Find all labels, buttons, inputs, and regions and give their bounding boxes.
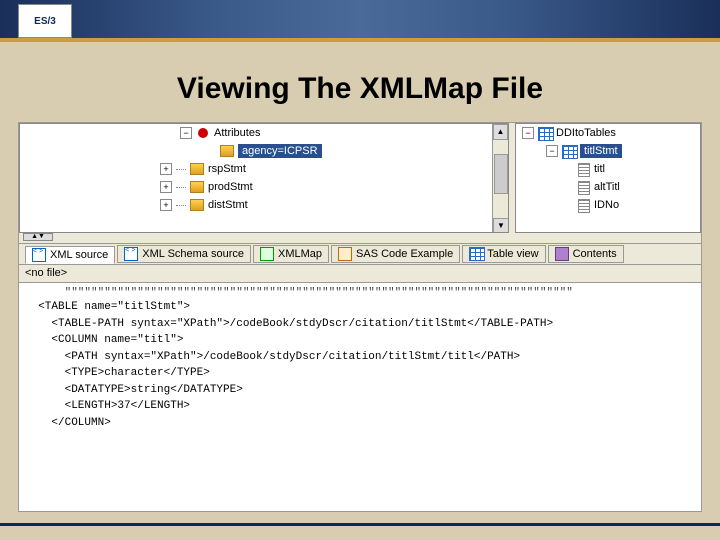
tree-label: rspStmt: [208, 163, 246, 175]
code-line: <TABLE-PATH syntax="XPath">/codeBook/std…: [25, 316, 695, 333]
logo: ES/3: [18, 4, 72, 38]
column-icon: [578, 163, 590, 175]
code-line: <LENGTH>37</LENGTH>: [25, 398, 695, 415]
page-title: Viewing The XMLMap File: [0, 72, 720, 106]
splitter-handle-icon[interactable]: ▲▼: [23, 233, 53, 241]
collapse-icon[interactable]: −: [522, 127, 534, 139]
element-icon: [190, 181, 204, 193]
xml-icon: [32, 248, 46, 262]
code-line: <COLUMN name="titl">: [25, 332, 695, 349]
column-icon: [578, 181, 590, 193]
dataset-icon: [538, 127, 552, 139]
code-line: <TYPE>character</TYPE>: [25, 365, 695, 382]
scroll-thumb[interactable]: [494, 154, 508, 194]
column-label: altTitl: [594, 181, 620, 193]
code-line: </COLUMN>: [25, 415, 695, 432]
tab-contents[interactable]: Contents: [548, 245, 624, 263]
code-truncation-top: """"""""""""""""""""""""""""""""""""""""…: [25, 287, 695, 299]
column-item[interactable]: titl: [516, 160, 700, 178]
tree-conn: [176, 169, 186, 170]
tables-root[interactable]: − DDItoTables: [516, 124, 700, 142]
tree-attributes: − Attributes: [20, 124, 508, 142]
expand-icon[interactable]: +: [160, 163, 172, 175]
expand-icon[interactable]: +: [160, 181, 172, 193]
column-item[interactable]: IDNo: [516, 196, 700, 214]
table-icon: [562, 145, 576, 157]
tree-item-dist[interactable]: + distStmt: [20, 196, 508, 214]
tab-table-view[interactable]: Table view: [462, 245, 545, 263]
element-icon: [190, 199, 204, 211]
app-window: − Attributes agency=ICPSR + rspStmt + pr…: [18, 122, 702, 512]
code-line: <DATATYPE>string</DATATYPE>: [25, 382, 695, 399]
xml-tree-pane: − Attributes agency=ICPSR + rspStmt + pr…: [19, 123, 509, 233]
tree-conn: [176, 205, 186, 206]
status-bar: <no file>: [19, 265, 701, 283]
code-line: <TABLE name="titlStmt">: [25, 299, 695, 316]
tables-selected[interactable]: − titlStmt: [516, 142, 700, 160]
attributes-label: Attributes: [214, 127, 260, 139]
tree-label: prodStmt: [208, 181, 253, 193]
tree-conn: [176, 187, 186, 188]
book-icon: [555, 247, 569, 261]
xml-icon: [124, 247, 138, 261]
footer-rule: [0, 523, 720, 526]
map-icon: [260, 247, 274, 261]
banner: ES/3: [0, 0, 720, 42]
tab-xml-source[interactable]: XML source: [25, 246, 115, 264]
table-icon: [469, 247, 483, 261]
collapse-icon[interactable]: −: [180, 127, 192, 139]
tab-sas-code[interactable]: SAS Code Example: [331, 245, 460, 263]
tree-item-prod[interactable]: + prodStmt: [20, 178, 508, 196]
scroll-up-icon[interactable]: ▲: [493, 124, 508, 140]
root-label: DDItoTables: [556, 127, 616, 139]
code-line: <PATH syntax="XPath">/codeBook/stdyDscr/…: [25, 349, 695, 366]
column-item[interactable]: altTitl: [516, 178, 700, 196]
splitter[interactable]: ▲▼: [19, 233, 509, 243]
column-icon: [578, 199, 590, 211]
expand-icon[interactable]: +: [160, 199, 172, 211]
tree-attr-selected[interactable]: agency=ICPSR: [20, 142, 508, 160]
collapse-icon[interactable]: −: [546, 145, 558, 157]
tree-label: distStmt: [208, 199, 248, 211]
column-label: titl: [594, 163, 605, 175]
tab-xmlmap[interactable]: XMLMap: [253, 245, 329, 263]
tables-tree-pane: − DDItoTables − titlStmt titl altTitl ID…: [515, 123, 701, 233]
tab-xml-schema[interactable]: XML Schema source: [117, 245, 251, 263]
attributes-icon: [196, 127, 210, 139]
tree-item-rsp[interactable]: + rspStmt: [20, 160, 508, 178]
column-label: IDNo: [594, 199, 619, 211]
tree-scrollbar[interactable]: ▲ ▼: [492, 124, 508, 233]
sas-icon: [338, 247, 352, 261]
scroll-down-icon[interactable]: ▼: [493, 218, 509, 233]
tab-bar: XML source XML Schema source XMLMap SAS …: [19, 243, 701, 265]
attr-value: agency=ICPSR: [238, 144, 322, 158]
attr-icon: [220, 145, 234, 157]
code-pane[interactable]: """"""""""""""""""""""""""""""""""""""""…: [19, 283, 701, 512]
table-label: titlStmt: [580, 144, 622, 158]
element-icon: [190, 163, 204, 175]
